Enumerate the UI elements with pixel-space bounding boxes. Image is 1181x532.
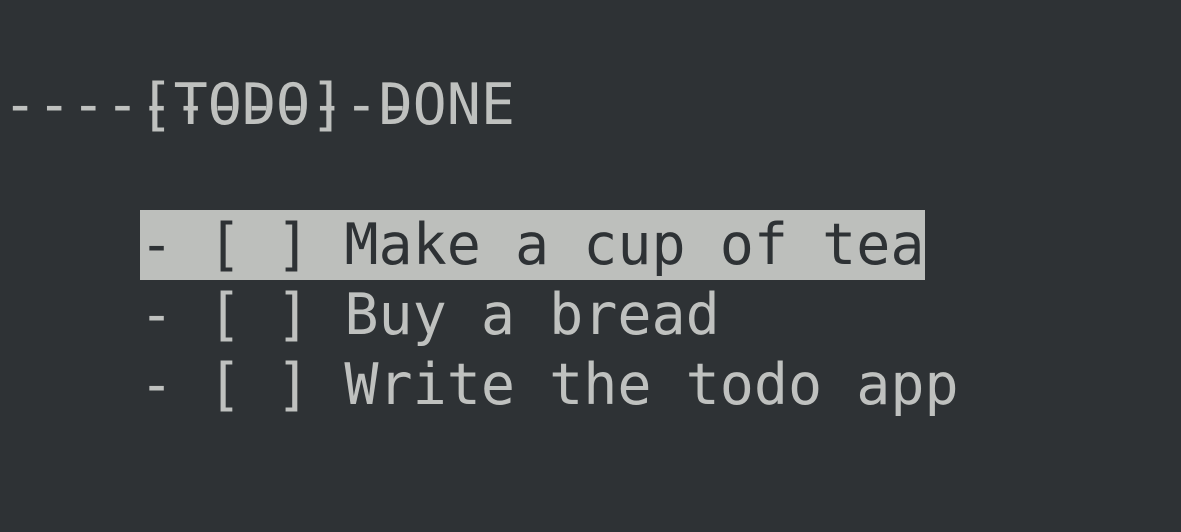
checkbox[interactable]: [ ]	[208, 212, 310, 278]
todo-item-buy-bread[interactable]: - [ ] Buy a bread	[140, 280, 720, 350]
todo-item-write-app[interactable]: - [ ] Write the todo app	[140, 350, 959, 420]
bullet: -	[139, 352, 174, 418]
checkbox[interactable]: [ ]	[208, 282, 310, 348]
bullet: -	[139, 282, 174, 348]
checkbox[interactable]: [ ]	[208, 352, 310, 418]
todo-row: - [ ] Make a cup of tea	[3, 140, 1181, 280]
separator-text: ------------	[3, 72, 413, 138]
todo-label: Write the todo app	[344, 352, 959, 418]
todo-item-make-tea[interactable]: - [ ] Make a cup of tea	[139, 210, 925, 280]
tab-bar: [TODO] DONE	[3, 0, 1181, 138]
bullet: -	[139, 212, 174, 278]
separator-line: ------------	[3, 70, 1181, 140]
todo-label: Make a cup of tea	[344, 212, 925, 278]
terminal-window: [TODO] DONE ------------ - [ ] Make a cu…	[0, 0, 1181, 532]
todo-label: Buy a bread	[344, 282, 720, 348]
